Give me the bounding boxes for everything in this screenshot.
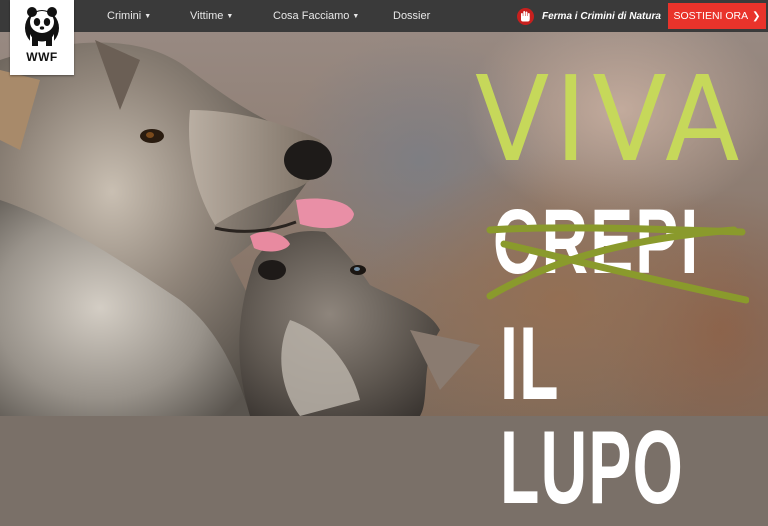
nav-item-vittime[interactable]: Vittime ▼ [190, 0, 233, 32]
logo-text: WWF [26, 50, 58, 64]
campaign-link[interactable]: Ferma i Crimini di Natura [517, 0, 661, 32]
chevron-right-icon: ❯ [752, 11, 761, 22]
wwf-logo[interactable]: WWF [10, 0, 74, 75]
nav-item-dossier[interactable]: Dossier [393, 0, 430, 32]
headline-il-lupo: IL LUPO [500, 306, 685, 526]
hand-stop-icon [517, 7, 534, 25]
donate-label: SOSTIENI ORA [673, 10, 749, 22]
nav-item-label: Cosa Facciamo [273, 10, 350, 22]
nav-item-crimini[interactable]: Crimini ▼ [107, 0, 151, 32]
chevron-down-icon: ▼ [352, 13, 360, 20]
strikethrough-marks [486, 224, 749, 304]
nav-item-label: Dossier [393, 10, 431, 22]
nav-item-label: Vittime [190, 10, 224, 22]
chevron-down-icon: ▼ [226, 13, 234, 20]
nav-item-cosa-facciamo[interactable]: Cosa Facciamo ▼ [273, 0, 359, 32]
campaign-label: Ferma i Crimini di Natura [542, 10, 661, 22]
chevron-down-icon: ▼ [144, 13, 152, 20]
donate-button[interactable]: SOSTIENI ORA ❯ [668, 3, 766, 29]
nav-item-label: Crimini [107, 10, 142, 22]
headline-viva: VIVA [475, 50, 745, 188]
panda-icon [25, 7, 59, 46]
